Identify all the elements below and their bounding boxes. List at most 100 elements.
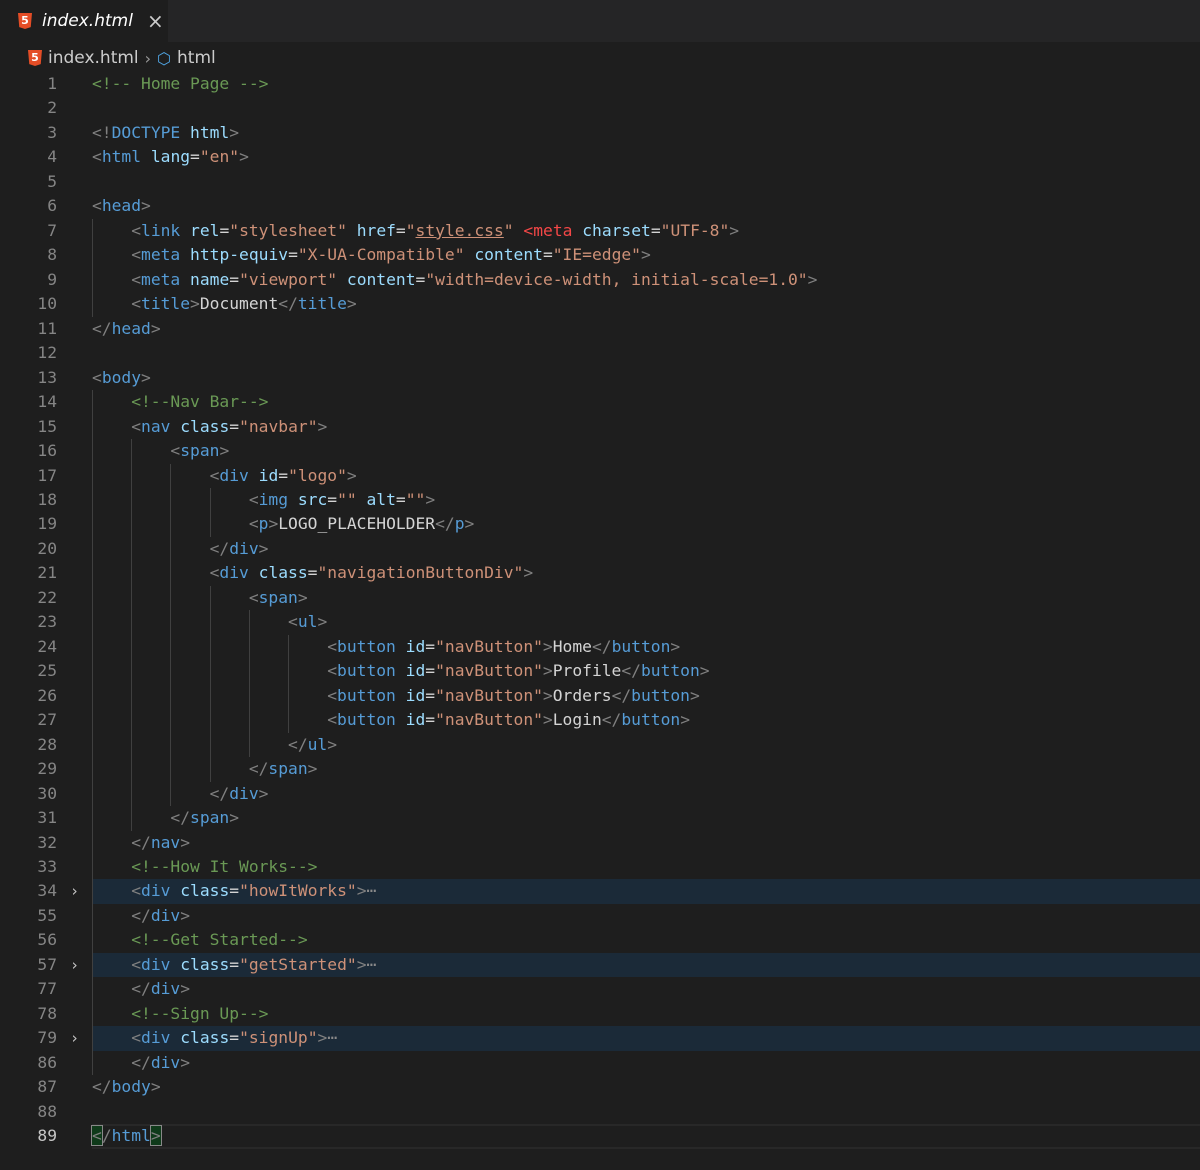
code-line[interactable]: 34›<div class="howItWorks">⋯	[0, 879, 1200, 903]
fold-chevron-icon[interactable]: ›	[70, 1026, 79, 1050]
code-line[interactable]: 31</span>	[0, 806, 1200, 830]
code-line[interactable]: 18<img src="" alt="">	[0, 488, 1200, 512]
code-line[interactable]: 28</ul>	[0, 733, 1200, 757]
code-line[interactable]: 77</div>	[0, 977, 1200, 1001]
code-line[interactable]: 33<!--How It Works-->	[0, 855, 1200, 879]
code-line[interactable]: 16<span>	[0, 439, 1200, 463]
code-line[interactable]: 29</span>	[0, 757, 1200, 781]
code-content[interactable]: <button id="navButton">Orders</button>	[92, 684, 1200, 708]
code-content[interactable]: <!-- Home Page -->	[92, 72, 1200, 96]
code-content[interactable]: <!--How It Works-->	[92, 855, 1200, 879]
code-content[interactable]: </ul>	[92, 733, 1200, 757]
code-content[interactable]: </body>	[92, 1075, 1200, 1099]
code-token: =	[229, 881, 239, 900]
code-line[interactable]: 30</div>	[0, 782, 1200, 806]
folded-ellipsis-icon[interactable]: ⋯	[327, 1028, 337, 1047]
code-content[interactable]: <head>	[92, 194, 1200, 218]
code-content[interactable]: </div>	[92, 782, 1200, 806]
code-line[interactable]: 87</body>	[0, 1075, 1200, 1099]
code-content[interactable]: </div>	[92, 537, 1200, 561]
code-line[interactable]: 56<!--Get Started-->	[0, 928, 1200, 952]
code-line[interactable]: 26<button id="navButton">Orders</button>	[0, 684, 1200, 708]
code-line[interactable]: 7<link rel="stylesheet" href="style.css"…	[0, 219, 1200, 243]
tab-index-html[interactable]: 5 index.html ×	[0, 0, 168, 42]
code-line[interactable]: 79›<div class="signUp">⋯	[0, 1026, 1200, 1050]
code-content[interactable]: <title>Document</title>	[92, 292, 1200, 316]
code-line[interactable]: 14<!--Nav Bar-->	[0, 390, 1200, 414]
code-content[interactable]: </div>	[92, 1051, 1200, 1075]
code-line[interactable]: 10<title>Document</title>	[0, 292, 1200, 316]
code-content[interactable]: <button id="navButton">Profile</button>	[92, 659, 1200, 683]
code-line[interactable]: 86</div>	[0, 1051, 1200, 1075]
code-content[interactable]: <span>	[92, 439, 1200, 463]
code-content[interactable]	[92, 1100, 1200, 1124]
code-content[interactable]: <!--Nav Bar-->	[92, 390, 1200, 414]
breadcrumb-file[interactable]: index.html	[48, 48, 139, 68]
close-icon[interactable]: ×	[147, 9, 164, 33]
code-content[interactable]: <meta name="viewport" content="width=dev…	[92, 268, 1200, 292]
code-content[interactable]: <button id="navButton">Login</button>	[92, 708, 1200, 732]
code-line[interactable]: 11</head>	[0, 317, 1200, 341]
code-content[interactable]: <div class="getStarted">⋯	[92, 953, 1200, 977]
code-content[interactable]: </div>	[92, 977, 1200, 1001]
code-content[interactable]: <p>LOGO_PLACEHOLDER</p>	[92, 512, 1200, 536]
code-line[interactable]: 19<p>LOGO_PLACEHOLDER</p>	[0, 512, 1200, 536]
code-content[interactable]: <html lang="en">	[92, 145, 1200, 169]
code-content[interactable]: <div class="navigationButtonDiv">	[92, 561, 1200, 585]
fold-chevron-icon[interactable]: ›	[70, 879, 79, 903]
code-line[interactable]: 21<div class="navigationButtonDiv">	[0, 561, 1200, 585]
code-line[interactable]: 4<html lang="en">	[0, 145, 1200, 169]
code-line[interactable]: 25<button id="navButton">Profile</button…	[0, 659, 1200, 683]
code-content[interactable]: <img src="" alt="">	[92, 488, 1200, 512]
code-line[interactable]: 27<button id="navButton">Login</button>	[0, 708, 1200, 732]
code-content[interactable]: <link rel="stylesheet" href="style.css" …	[92, 219, 1200, 243]
code-content[interactable]: <div id="logo">	[92, 464, 1200, 488]
code-line[interactable]: 15<nav class="navbar">	[0, 415, 1200, 439]
code-content[interactable]: <!--Sign Up-->	[92, 1002, 1200, 1026]
code-line[interactable]: 22<span>	[0, 586, 1200, 610]
code-content[interactable]: <!--Get Started-->	[92, 928, 1200, 952]
code-line[interactable]: 32</nav>	[0, 831, 1200, 855]
code-content[interactable]: <meta http-equiv="X-UA-Compatible" conte…	[92, 243, 1200, 267]
code-content[interactable]	[92, 341, 1200, 365]
code-content[interactable]: </span>	[92, 806, 1200, 830]
code-content[interactable]: <div class="howItWorks">⋯	[92, 879, 1200, 903]
breadcrumb-symbol[interactable]: html	[177, 48, 216, 68]
code-content[interactable]: <ul>	[92, 610, 1200, 634]
folded-ellipsis-icon[interactable]: ⋯	[367, 881, 377, 900]
code-line[interactable]: 9<meta name="viewport" content="width=de…	[0, 268, 1200, 292]
code-line[interactable]: 12	[0, 341, 1200, 365]
code-line[interactable]: 78<!--Sign Up-->	[0, 1002, 1200, 1026]
code-content[interactable]: </span>	[92, 757, 1200, 781]
fold-chevron-icon[interactable]: ›	[70, 953, 79, 977]
code-content[interactable]: <span>	[92, 586, 1200, 610]
code-line[interactable]: 20</div>	[0, 537, 1200, 561]
code-content[interactable]: </html>	[92, 1124, 1200, 1148]
code-line[interactable]: 55</div>	[0, 904, 1200, 928]
code-line[interactable]: 5	[0, 170, 1200, 194]
code-content[interactable]: <body>	[92, 366, 1200, 390]
code-line[interactable]: 23<ul>	[0, 610, 1200, 634]
code-content[interactable]: <button id="navButton">Home</button>	[92, 635, 1200, 659]
code-content[interactable]: <nav class="navbar">	[92, 415, 1200, 439]
code-line[interactable]: 89</html>	[0, 1124, 1200, 1148]
code-content[interactable]: <div class="signUp">⋯	[92, 1026, 1200, 1050]
code-content[interactable]: </head>	[92, 317, 1200, 341]
code-line[interactable]: 2	[0, 96, 1200, 120]
code-line[interactable]: 24<button id="navButton">Home</button>	[0, 635, 1200, 659]
code-content[interactable]	[92, 170, 1200, 194]
code-editor[interactable]: 1<!-- Home Page -->23<!DOCTYPE html>4<ht…	[0, 72, 1200, 1149]
code-content[interactable]: </div>	[92, 904, 1200, 928]
folded-ellipsis-icon[interactable]: ⋯	[367, 955, 377, 974]
code-line[interactable]: 57›<div class="getStarted">⋯	[0, 953, 1200, 977]
code-line[interactable]: 88	[0, 1100, 1200, 1124]
code-line[interactable]: 1<!-- Home Page -->	[0, 72, 1200, 96]
code-line[interactable]: 3<!DOCTYPE html>	[0, 121, 1200, 145]
code-line[interactable]: 17<div id="logo">	[0, 464, 1200, 488]
code-content[interactable]: <!DOCTYPE html>	[92, 121, 1200, 145]
code-line[interactable]: 6<head>	[0, 194, 1200, 218]
code-content[interactable]: </nav>	[92, 831, 1200, 855]
code-line[interactable]: 13<body>	[0, 366, 1200, 390]
code-line[interactable]: 8<meta http-equiv="X-UA-Compatible" cont…	[0, 243, 1200, 267]
code-content[interactable]	[92, 96, 1200, 120]
